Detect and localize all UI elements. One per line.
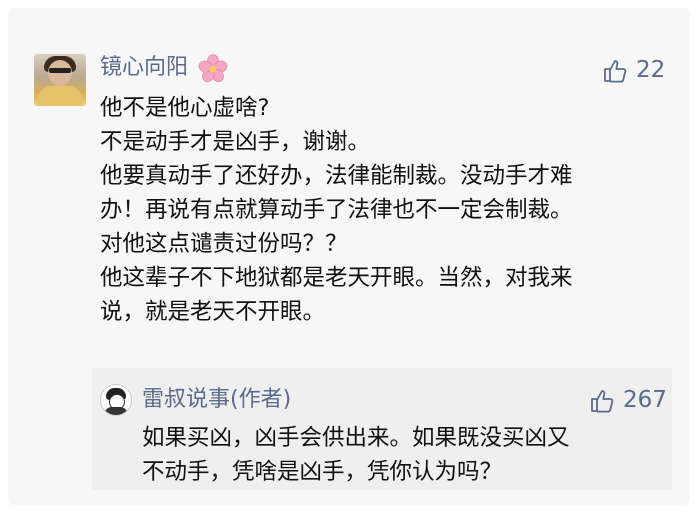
comment-like-button[interactable]: 22 (602, 56, 665, 84)
reply-like-count: 267 (623, 387, 667, 413)
thumbs-up-icon (604, 59, 627, 82)
comment-line: 说，就是老天不开眼。 (100, 299, 326, 325)
comment-line: 对他这点谴责过份吗？？ (100, 231, 348, 257)
comment-like-count: 22 (636, 57, 666, 83)
comment-line: 他不是他心虚啥? (100, 95, 270, 121)
reply-line: 如果买凶，凶手会供出来。如果既没买凶又 (142, 425, 570, 451)
reply-like-button[interactable]: 267 (589, 386, 667, 414)
comment-line: 他要真动手了还好办，法律能制裁。没动手才难 (100, 163, 573, 189)
comment-body: 他不是他心虚啥? 不是动手才是凶手，谢谢。 他要真动手了还好办，法律能制裁。没动… (100, 91, 672, 329)
reply-avatar[interactable] (100, 384, 132, 416)
comment-line: 不是动手才是凶手，谢谢。 (100, 129, 371, 155)
reply-body: 如果买凶，凶手会供出来。如果既没买凶又 不动手，凭啥是凶手，凭你认为吗？ (142, 421, 662, 489)
comment-line: 他这辈子不下地狱都是老天开眼。当然，对我来 (100, 265, 573, 291)
thumbs-up-icon (591, 389, 614, 412)
comment-author-name[interactable]: 镜心向阳 (100, 54, 188, 82)
reply-line: 不动手，凭啥是凶手，凭你认为吗？ (142, 459, 503, 485)
avatar[interactable] (34, 54, 86, 106)
comment-line: 办！再说有点就算动手了法律也不一定会制裁。 (100, 197, 573, 223)
reply-author-name[interactable]: 雷叔说事(作者) (142, 386, 291, 414)
cherry-blossom-icon (198, 54, 228, 82)
